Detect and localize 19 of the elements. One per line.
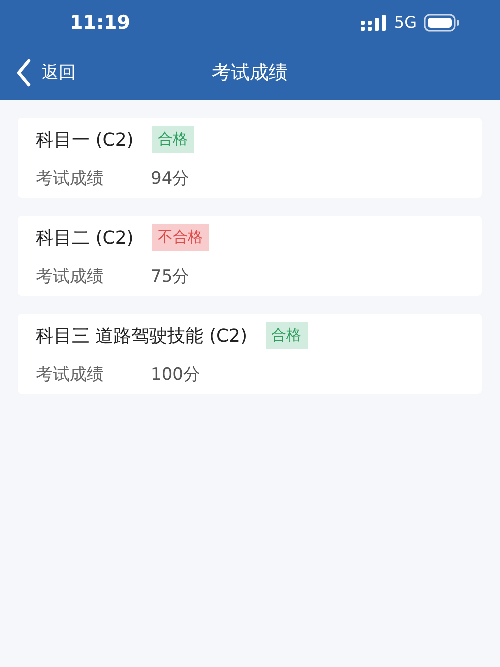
chevron-left-icon (16, 58, 32, 86)
page-title: 考试成绩 (211, 60, 289, 86)
subject-name: 科目一 (C2) (36, 128, 134, 152)
score-label: 考试成绩 (36, 168, 105, 190)
result-tag: 合格 (152, 126, 194, 153)
back-button[interactable]: 返回 (0, 58, 76, 86)
network-label: 5G (394, 13, 417, 32)
score-value: 100分 (151, 364, 200, 386)
subject-name: 科目三 道路驾驶技能 (C2) (36, 324, 248, 348)
score-label: 考试成绩 (36, 364, 105, 386)
result-tag: 不合格 (152, 224, 209, 251)
battery-icon (424, 14, 460, 32)
signal-icon (361, 14, 388, 30)
result-tag: 合格 (266, 322, 308, 349)
status-time: 11:19 (70, 12, 130, 34)
score-value: 94分 (151, 168, 190, 190)
score-label: 考试成绩 (36, 266, 105, 288)
score-value: 75分 (151, 266, 190, 288)
subject-name: 科目二 (C2) (36, 226, 134, 250)
